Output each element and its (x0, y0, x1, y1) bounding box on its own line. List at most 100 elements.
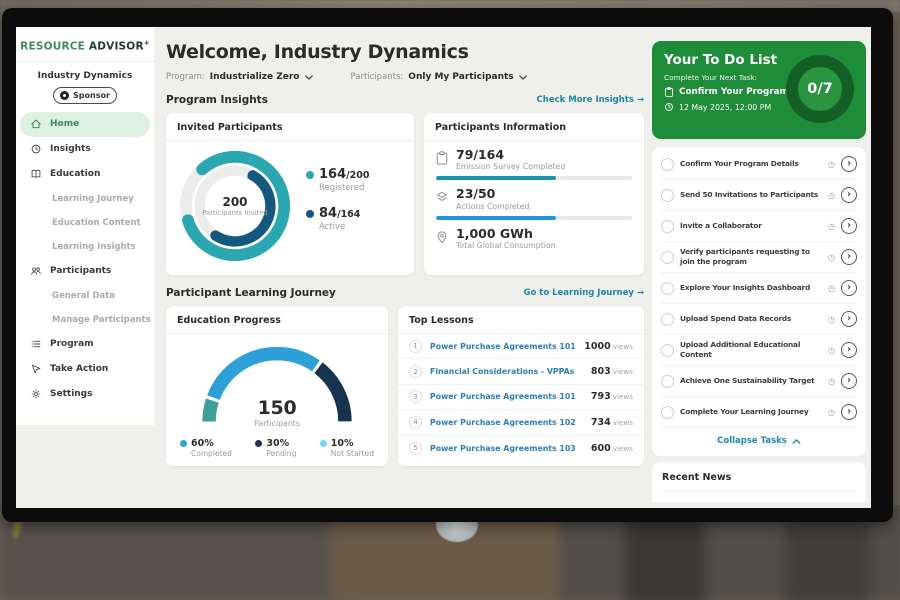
legend-completed: 60% Completed (180, 438, 232, 458)
sidebar-item-program[interactable]: Program (16, 332, 154, 357)
task-checkbox[interactable] (661, 220, 674, 233)
clipboard-icon (664, 87, 674, 97)
task-checkbox[interactable] (661, 406, 674, 419)
clock-small-icon: ◷ (828, 346, 835, 355)
sidebar-item-learning-journey[interactable]: Learning Journey (16, 187, 154, 211)
top-lessons-card: Top Lessons 1 Power Purchase Agreements … (398, 306, 644, 466)
list-icon (30, 338, 42, 350)
task-chevron-button[interactable]: › (841, 404, 857, 420)
task-chevron-button[interactable]: › (841, 218, 857, 234)
background-scene: RESOURCE ADVISOR+ Industry Dynamics Spon… (0, 0, 900, 600)
chevron-up-icon (792, 439, 801, 444)
task-row[interactable]: Verify participants requesting to join t… (661, 242, 857, 273)
lesson-row: 2 Financial Considerations - VPPAs 803vi… (398, 359, 644, 384)
task-chevron-button[interactable]: › (841, 280, 857, 296)
task-checkbox[interactable] (661, 282, 674, 295)
gauge-legend: 60% Completed 30% Pending 10% Not Starte… (166, 428, 388, 458)
sidebar-item-education-content[interactable]: Education Content (16, 211, 154, 235)
people-icon (30, 265, 42, 277)
main-content: Welcome, Industry Dynamics Program: Indu… (154, 27, 652, 508)
sidebar-item-settings[interactable]: Settings (16, 382, 154, 407)
teal-dot-icon (306, 171, 314, 179)
clock-small-icon: ◷ (828, 253, 835, 262)
task-chevron-button[interactable]: › (841, 342, 857, 358)
task-checkbox[interactable] (661, 158, 674, 171)
task-row[interactable]: Invite a Collaborator ◷ › (661, 211, 857, 242)
chevron-down-icon (305, 75, 313, 80)
go-to-learning-journey-link[interactable]: Go to Learning Journey → (523, 288, 644, 298)
filters-row: Program: Industrialize Zero Participants… (166, 72, 644, 82)
task-checkbox[interactable] (661, 344, 674, 357)
actions-progress-bar (436, 216, 632, 220)
sidebar-item-learning-insights[interactable]: Learning Insights (16, 235, 154, 259)
participants-select[interactable]: Participants: Only My Participants (351, 72, 527, 82)
layers-icon (436, 190, 448, 204)
sponsor-badge: Sponsor (53, 87, 117, 104)
task-row[interactable]: Upload Additional Educational Content ◷ … (661, 335, 857, 366)
sidebar-nav: Home Insights Education Learning Journey… (16, 112, 154, 407)
sidebar-item-insights[interactable]: Insights (16, 137, 154, 162)
task-chevron-button[interactable]: › (841, 249, 857, 265)
task-checkbox[interactable] (661, 189, 674, 202)
clock-small-icon: ◷ (828, 377, 835, 386)
todo-progress-ring: 0/7 (786, 55, 854, 123)
invited-total: 200 (200, 195, 270, 209)
todo-summary-card: Your To Do List Complete Your Next Task:… (652, 41, 866, 139)
navy-dot-icon (255, 440, 262, 447)
pointer-icon (30, 363, 42, 375)
task-chevron-button[interactable]: › (841, 373, 857, 389)
collapse-tasks-link[interactable]: Collapse Tasks (661, 428, 857, 452)
lesson-link[interactable]: Power Purchase Agreements 101 (430, 342, 584, 351)
task-checkbox[interactable] (661, 375, 674, 388)
monitor-bezel: RESOURCE ADVISOR+ Industry Dynamics Spon… (2, 8, 893, 522)
clock-small-icon: ◷ (828, 222, 835, 231)
check-more-insights-link[interactable]: Check More Insights → (537, 95, 644, 105)
task-row[interactable]: Explore Your Insights Dashboard ◷ › (661, 273, 857, 304)
task-row[interactable]: Complete Your Learning Journey ◷ › (661, 397, 857, 428)
recent-news-card: Recent News (652, 462, 866, 502)
sidebar-item-general-data[interactable]: General Data (16, 284, 154, 308)
legend-not-started: 10% Not Started (320, 438, 374, 458)
task-row[interactable]: Send 50 Invitations to Participants ◷ › (661, 180, 857, 211)
task-chevron-button[interactable]: › (841, 187, 857, 203)
task-checkbox[interactable] (661, 251, 674, 264)
sidebar: RESOURCE ADVISOR+ Industry Dynamics Spon… (16, 27, 154, 508)
clock-icon (664, 102, 674, 112)
darkblue-dot-icon (306, 210, 314, 218)
lesson-row: 3 Power Purchase Agreements 101 793views (398, 385, 644, 410)
insights-icon (30, 143, 42, 155)
book-icon (30, 168, 42, 180)
lightblue-dot-icon (320, 440, 327, 447)
task-row[interactable]: Upload Spend Data Records ◷ › (661, 304, 857, 335)
task-row[interactable]: Achieve One Sustainability Target ◷ › (661, 366, 857, 397)
donut-legend: 164/200 Registered 84/164 Active (306, 167, 369, 245)
lesson-link[interactable]: Power Purchase Agreements 101 (430, 392, 591, 401)
lesson-row: 4 Power Purchase Agreements 102 734views (398, 410, 644, 435)
sidebar-item-participants[interactable]: Participants (16, 259, 154, 284)
sidebar-item-education[interactable]: Education (16, 162, 154, 187)
gear-icon (30, 388, 42, 400)
task-row[interactable]: Confirm Your Program Details ◷ › (661, 149, 857, 180)
lesson-link[interactable]: Power Purchase Agreements 103 (430, 444, 591, 453)
sidebar-item-take-action[interactable]: Take Action (16, 357, 154, 382)
task-checkbox[interactable] (661, 313, 674, 326)
lesson-link[interactable]: Power Purchase Agreements 102 (430, 418, 591, 427)
sponsor-icon (60, 91, 69, 100)
lesson-link[interactable]: Financial Considerations - VPPAs (430, 367, 591, 376)
task-list-card: Confirm Your Program Details ◷ › Send 50… (652, 147, 866, 456)
chevron-down-icon (519, 75, 527, 80)
program-select[interactable]: Program: Industrialize Zero (166, 72, 313, 82)
todo-panel: Your To Do List Complete Your Next Task:… (652, 27, 871, 508)
task-chevron-button[interactable]: › (841, 311, 857, 327)
dashboard-screen: RESOURCE ADVISOR+ Industry Dynamics Spon… (16, 27, 871, 508)
task-chevron-button[interactable]: › (841, 156, 857, 172)
participants-information-card: Participants Information 79/164 Emission… (424, 113, 644, 275)
home-icon (30, 118, 42, 130)
learning-journey-heading: Participant Learning Journey (166, 287, 336, 299)
blue-dot-icon (180, 440, 187, 447)
program-insights-heading: Program Insights (166, 94, 268, 106)
sidebar-item-home[interactable]: Home (20, 112, 150, 137)
sidebar-item-manage-participants[interactable]: Manage Participants (16, 308, 154, 332)
app-logo: RESOURCE ADVISOR+ (16, 37, 154, 61)
arrow-right-icon: → (637, 288, 644, 298)
